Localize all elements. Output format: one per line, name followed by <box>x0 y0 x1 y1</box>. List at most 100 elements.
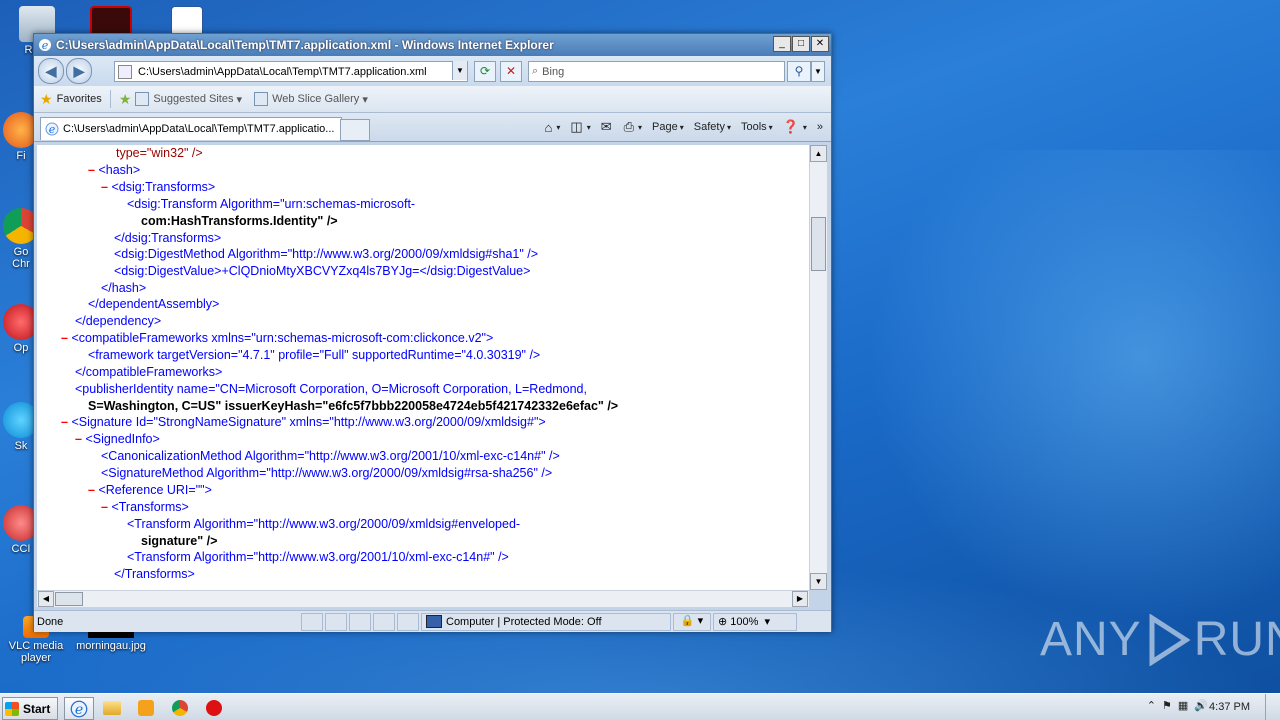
back-button[interactable]: ◀ <box>38 58 64 84</box>
xml-line[interactable]: – <Signature Id="StrongNameSignature" xm… <box>61 414 546 431</box>
collapse-toggle[interactable]: – <box>101 500 111 514</box>
title-bar[interactable]: e C:\Users\admin\AppData\Local\Temp\TMT7… <box>34 34 831 56</box>
address-toolbar: ◀ ▶ C:\Users\admin\AppData\Local\Temp\TM… <box>34 56 831 86</box>
collapse-toggle[interactable]: – <box>61 331 71 345</box>
mail-icon: ✉ <box>600 119 612 134</box>
xml-line: </dependency> <box>75 313 161 330</box>
svg-text:e: e <box>49 123 56 136</box>
xml-line[interactable]: – <compatibleFrameworks xmlns="urn:schem… <box>61 330 493 347</box>
xml-text: <dsig:Transforms> <box>111 180 216 194</box>
xml-text: <dsig:DigestValue>+ClQDnioMtyXBCVYZxq4ls… <box>114 264 531 278</box>
minimize-button[interactable]: _ <box>773 36 791 52</box>
taskbar-ie[interactable]: e <box>64 697 94 720</box>
stop-button[interactable]: ✕ <box>500 61 522 82</box>
tab-active[interactable]: e C:\Users\admin\AppData\Local\Temp\TMT7… <box>40 117 342 140</box>
home-icon: ⌂ <box>544 119 553 135</box>
xml-line: <SignatureMethod Algorithm="http://www.w… <box>101 465 552 482</box>
xml-line: <Transform Algorithm="http://www.w3.org/… <box>127 516 520 533</box>
search-input[interactable]: ⌕ Bing <box>528 61 785 82</box>
xml-line: <dsig:DigestMethod Algorithm="http://www… <box>114 246 538 263</box>
refresh-button[interactable]: ⟳ <box>474 61 496 82</box>
taskbar-security-app[interactable] <box>200 697 228 718</box>
collapse-toggle[interactable]: – <box>88 483 98 497</box>
vertical-scrollbar[interactable]: ▲ ▼ <box>809 145 827 590</box>
suggested-sites-link[interactable]: Suggested Sites ▾ <box>135 92 242 106</box>
address-dropdown-button[interactable]: ▼ <box>452 61 467 80</box>
magnifier-icon: ⚲ <box>794 64 804 78</box>
anyrun-watermark: ANY RUN <box>1040 612 1280 667</box>
clock[interactable]: 4:37 PM <box>1209 701 1250 713</box>
xml-line[interactable]: – <SignedInfo> <box>75 431 160 448</box>
xml-line: </Transforms> <box>114 566 195 583</box>
toolbar-overflow-button[interactable]: » <box>817 121 823 133</box>
start-label: Start <box>23 701 51 716</box>
start-button[interactable]: Start <box>2 697 58 720</box>
close-button[interactable]: ✕ <box>811 36 829 52</box>
protected-mode-button[interactable]: 🔒 ▾ <box>673 612 711 631</box>
collapse-toggle[interactable]: – <box>88 163 98 177</box>
status-pane <box>301 612 323 631</box>
web-slice-gallery-link[interactable]: Web Slice Gallery ▾ <box>254 92 368 106</box>
xml-line: <dsig:DigestValue>+ClQDnioMtyXBCVYZxq4ls… <box>114 263 530 280</box>
show-desktop-button[interactable] <box>1265 694 1280 720</box>
status-bar: Done Computer | Protected Mode: Off 🔒 ▾ … <box>34 610 831 632</box>
zone-text: Computer | Protected Mode: Off <box>446 615 602 628</box>
xml-text: <Signature Id="StrongNameSignature" xmln… <box>71 415 546 429</box>
xml-line[interactable]: – <hash> <box>88 162 140 179</box>
forward-button[interactable]: ▶ <box>66 58 92 84</box>
command-bar: ⌂ ▾ ◫ ▾ ✉ ⎙ ▾ Page ▾ Safety ▾ Tools ▾ ❓ ▾ » <box>539 119 823 135</box>
xml-line: </dsig:Transforms> <box>114 230 221 247</box>
new-tab-button[interactable] <box>340 119 370 141</box>
scroll-down-button[interactable]: ▼ <box>810 573 827 590</box>
feeds-button[interactable]: ◫ ▾ <box>570 119 590 135</box>
horizontal-scroll-thumb[interactable] <box>55 592 83 606</box>
read-mail-button[interactable]: ✉ <box>601 119 614 135</box>
xml-line[interactable]: – <Transforms> <box>101 499 189 516</box>
add-favorite-icon[interactable]: ★ <box>119 91 132 108</box>
vertical-scroll-thumb[interactable] <box>811 217 826 271</box>
taskbar-chrome[interactable] <box>166 697 194 718</box>
collapse-toggle[interactable]: – <box>75 432 85 446</box>
search-button[interactable]: ⚲ <box>787 61 811 82</box>
desktop-icon-label: Sk <box>14 440 28 452</box>
desktop-icon-label: Chr <box>12 258 30 270</box>
safety-menu[interactable]: Safety ▾ <box>694 121 731 133</box>
tools-menu[interactable]: Tools ▾ <box>741 121 773 133</box>
search-options-dropdown[interactable]: ▼ <box>811 61 825 82</box>
scroll-up-button[interactable]: ▲ <box>810 145 827 162</box>
xml-line[interactable]: – <Reference URI=""> <box>88 482 212 499</box>
desktop-icon-label: CCI <box>11 543 31 555</box>
xml-text: <Transforms> <box>111 500 189 514</box>
xml-text: <hash> <box>98 163 141 177</box>
desktop-icon-label: Go <box>13 246 29 258</box>
xml-line: signature" /> <box>141 533 217 550</box>
show-hidden-icons-button[interactable]: ⌃ <box>1147 699 1156 712</box>
volume-icon[interactable]: 🔊 <box>1194 699 1208 712</box>
zoom-control[interactable]: ⊕ 100% ▾ <box>713 612 797 631</box>
scroll-left-button[interactable]: ◀ <box>38 591 54 607</box>
search-icon: ⌕ <box>532 65 539 77</box>
address-text: C:\Users\admin\AppData\Local\Temp\TMT7.a… <box>138 65 427 78</box>
collapse-toggle[interactable]: – <box>101 180 111 194</box>
taskbar-explorer[interactable] <box>98 697 126 718</box>
collapse-toggle[interactable]: – <box>61 415 71 429</box>
home-button[interactable]: ⌂ ▾ <box>545 120 561 135</box>
media-player-icon <box>138 699 154 716</box>
print-button[interactable]: ⎙ ▾ <box>624 119 642 135</box>
xml-line[interactable]: – <dsig:Transforms> <box>101 179 215 196</box>
taskbar-media-player[interactable] <box>132 697 160 718</box>
xml-line: </hash> <box>101 280 146 297</box>
horizontal-scrollbar[interactable]: ◀ ▶ <box>37 590 809 607</box>
security-zone[interactable]: Computer | Protected Mode: Off <box>421 612 671 631</box>
network-icon[interactable]: ▦ <box>1178 699 1188 712</box>
rss-feed-icon: ◫ <box>570 119 583 134</box>
page-menu[interactable]: Page ▾ <box>652 121 684 133</box>
address-bar[interactable]: C:\Users\admin\AppData\Local\Temp\TMT7.a… <box>114 61 468 82</box>
back-arrow-icon: ◀ <box>45 62 57 79</box>
action-center-flag-icon[interactable]: ⚑ <box>1162 699 1172 712</box>
xml-text: <dsig:Transform Algorithm="urn:schemas-m… <box>127 197 416 211</box>
maximize-button[interactable]: □ <box>792 36 810 52</box>
help-button[interactable]: ❓ ▾ <box>783 119 807 135</box>
scroll-right-button[interactable]: ▶ <box>792 591 808 607</box>
favorites-button[interactable]: Favorites <box>57 93 102 105</box>
